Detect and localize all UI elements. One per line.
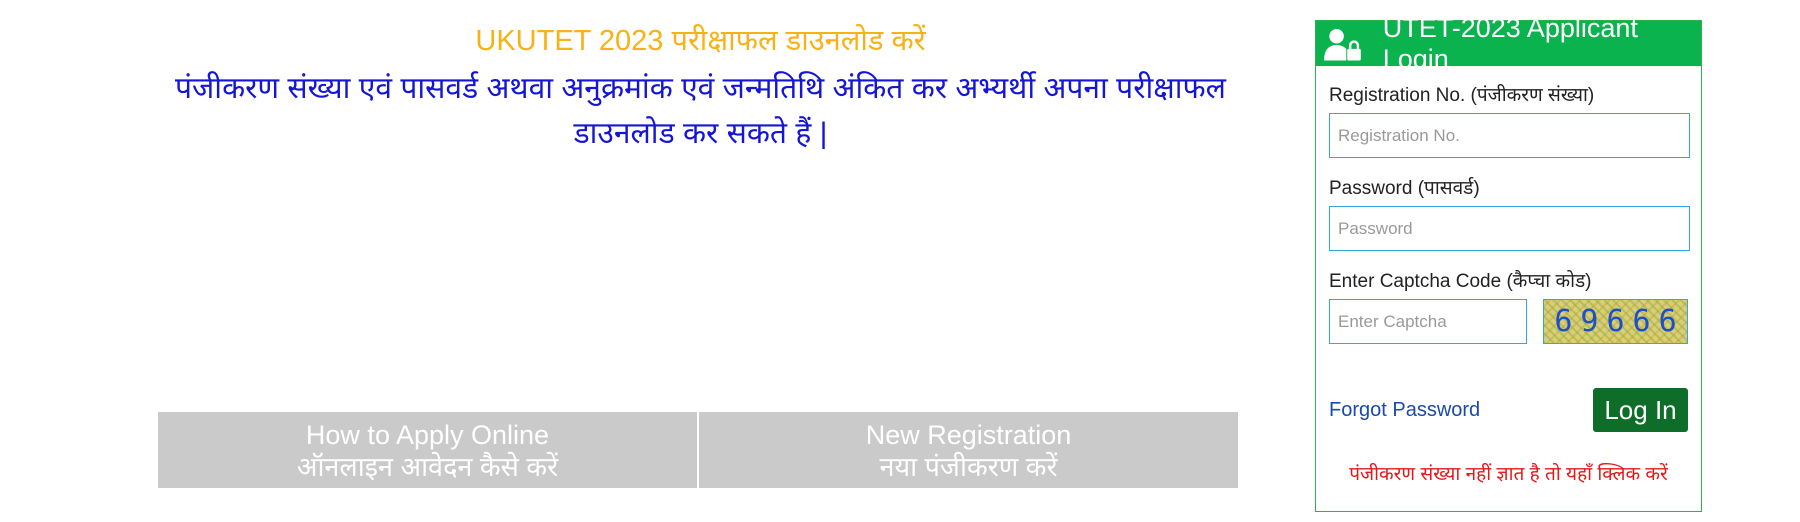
new-registration-label-en: New Registration <box>865 420 1072 450</box>
how-to-apply-label-en: How to Apply Online <box>305 420 550 450</box>
page: UKUTET 2023 परीक्षाफल डाउनलोड करें पंजीक… <box>0 0 1800 522</box>
login-header: UTET-2023 Applicant Login <box>1316 13 1701 74</box>
user-lock-icon <box>1324 28 1361 60</box>
new-registration-button[interactable]: New Registration नया पंजीकरण करें <box>697 412 1238 488</box>
login-title: UTET-2023 Applicant Login <box>1382 12 1638 74</box>
action-bar: How to Apply Online ऑनलाइन आवेदन कैसे कर… <box>158 412 1238 488</box>
page-title: UKUTET 2023 परीक्षाफल डाउनलोड करें <box>475 25 926 57</box>
forgot-password-link[interactable]: Forgot Password <box>1329 399 1480 422</box>
new-registration-label-hi: नया पंजीकरण करें <box>879 452 1058 482</box>
page-description: पंजीकरण संख्या एवं पासवर्ड अथवा अनुक्रमा… <box>175 72 1226 150</box>
registration-label: Registration No. (पंजीकरण संख्या) <box>1329 85 1595 106</box>
how-to-apply-label-hi: ऑनलाइन आवेदन कैसे करें <box>296 452 559 482</box>
registration-input[interactable] <box>1329 113 1690 158</box>
login-button[interactable]: Log In <box>1593 388 1688 432</box>
captcha-image: 69666 <box>1543 299 1688 344</box>
password-label: Password (पासवर्ड) <box>1329 178 1480 199</box>
captcha-label: Enter Captcha Code (कैप्चा कोड) <box>1329 271 1592 292</box>
login-panel: UTET-2023 Applicant Login Registration N… <box>1315 13 1702 512</box>
how-to-apply-button[interactable]: How to Apply Online ऑनलाइन आवेदन कैसे कर… <box>158 412 697 488</box>
login-form: Registration No. (पंजीकरण संख्या) Passwo… <box>1316 81 1701 486</box>
headline: UKUTET 2023 परीक्षाफल डाउनलोड करें पंजीक… <box>158 22 1243 156</box>
password-input[interactable] <box>1329 206 1690 251</box>
registration-lookup-link[interactable]: पंजीकरण संख्या नहीं ज्ञात है तो यहाँ क्ल… <box>1329 460 1688 486</box>
captcha-input[interactable] <box>1329 299 1527 344</box>
login-actions: Forgot Password Log In <box>1329 388 1688 432</box>
captcha-row: 69666 <box>1329 299 1688 344</box>
